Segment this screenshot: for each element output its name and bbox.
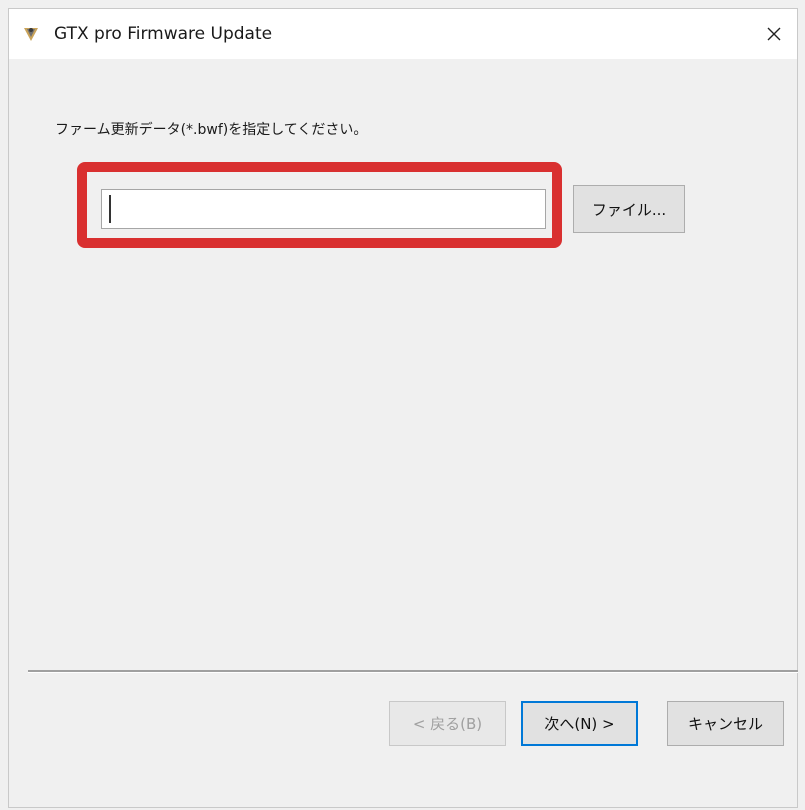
cancel-button[interactable]: キャンセル <box>667 701 784 746</box>
firmware-update-window: GTX pro Firmware Update ファーム更新データ(*.bwf)… <box>8 8 798 808</box>
title-bar: GTX pro Firmware Update <box>9 9 797 59</box>
text-caret <box>109 195 111 223</box>
window-title: GTX pro Firmware Update <box>54 24 273 44</box>
browse-file-button[interactable]: ファイル... <box>573 185 685 233</box>
close-button[interactable] <box>751 9 797 59</box>
back-button[interactable]: < 戻る(B) <box>389 701 506 746</box>
close-icon <box>767 27 781 41</box>
footer-separator <box>28 670 798 673</box>
next-button[interactable]: 次へ(N) > <box>521 701 638 746</box>
file-path-input[interactable] <box>101 189 546 229</box>
app-icon <box>22 25 40 43</box>
instruction-text: ファーム更新データ(*.bwf)を指定してください。 <box>55 122 368 138</box>
